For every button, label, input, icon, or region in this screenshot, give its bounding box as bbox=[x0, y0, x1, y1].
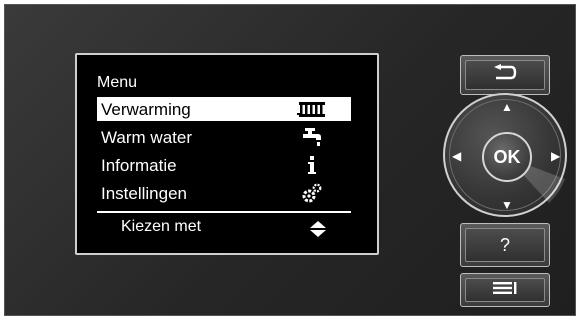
divider bbox=[97, 211, 351, 213]
menu-item-verwarming[interactable]: Verwarming bbox=[97, 97, 351, 121]
arrow-right-button[interactable]: ▶ bbox=[551, 150, 560, 162]
menu-item-label: Verwarming bbox=[101, 100, 191, 119]
display-screen: Menu Verwarming Warm water Informatie In… bbox=[75, 53, 379, 255]
help-button[interactable]: ? bbox=[460, 223, 550, 267]
navigation-keys: ? ▲ ▼ ◀ ▶ OK bbox=[442, 45, 572, 315]
help-label: ? bbox=[499, 234, 510, 255]
menu-list-icon bbox=[492, 281, 518, 300]
arrow-down-button[interactable]: ▼ bbox=[501, 199, 513, 211]
back-button[interactable] bbox=[460, 55, 550, 95]
menu-item-warm-water[interactable]: Warm water bbox=[97, 125, 351, 149]
radiator-icon bbox=[295, 99, 329, 119]
ok-button[interactable]: OK bbox=[482, 132, 532, 182]
gears-icon bbox=[295, 183, 329, 203]
footer-label: Kiezen met bbox=[121, 218, 202, 235]
up-down-icon bbox=[309, 220, 327, 243]
info-icon bbox=[295, 155, 329, 175]
menu-item-informatie[interactable]: Informatie bbox=[97, 153, 351, 177]
menu-item-label: Informatie bbox=[101, 156, 177, 175]
menu-title: Menu bbox=[97, 74, 138, 91]
ok-label: OK bbox=[493, 146, 521, 167]
tap-icon bbox=[295, 127, 329, 147]
control-panel: Menu Verwarming Warm water Informatie In… bbox=[4, 4, 576, 316]
menu-button[interactable] bbox=[460, 273, 550, 307]
back-arrow-icon bbox=[492, 63, 518, 87]
navigation-dial[interactable]: ▲ ▼ ◀ ▶ OK bbox=[443, 93, 567, 217]
menu-item-label: Instellingen bbox=[101, 184, 188, 203]
menu-item-label: Warm water bbox=[101, 128, 192, 147]
arrow-left-button[interactable]: ◀ bbox=[452, 150, 461, 162]
menu-item-instellingen[interactable]: Instellingen bbox=[97, 181, 351, 205]
arrow-up-button[interactable]: ▲ bbox=[501, 101, 513, 113]
